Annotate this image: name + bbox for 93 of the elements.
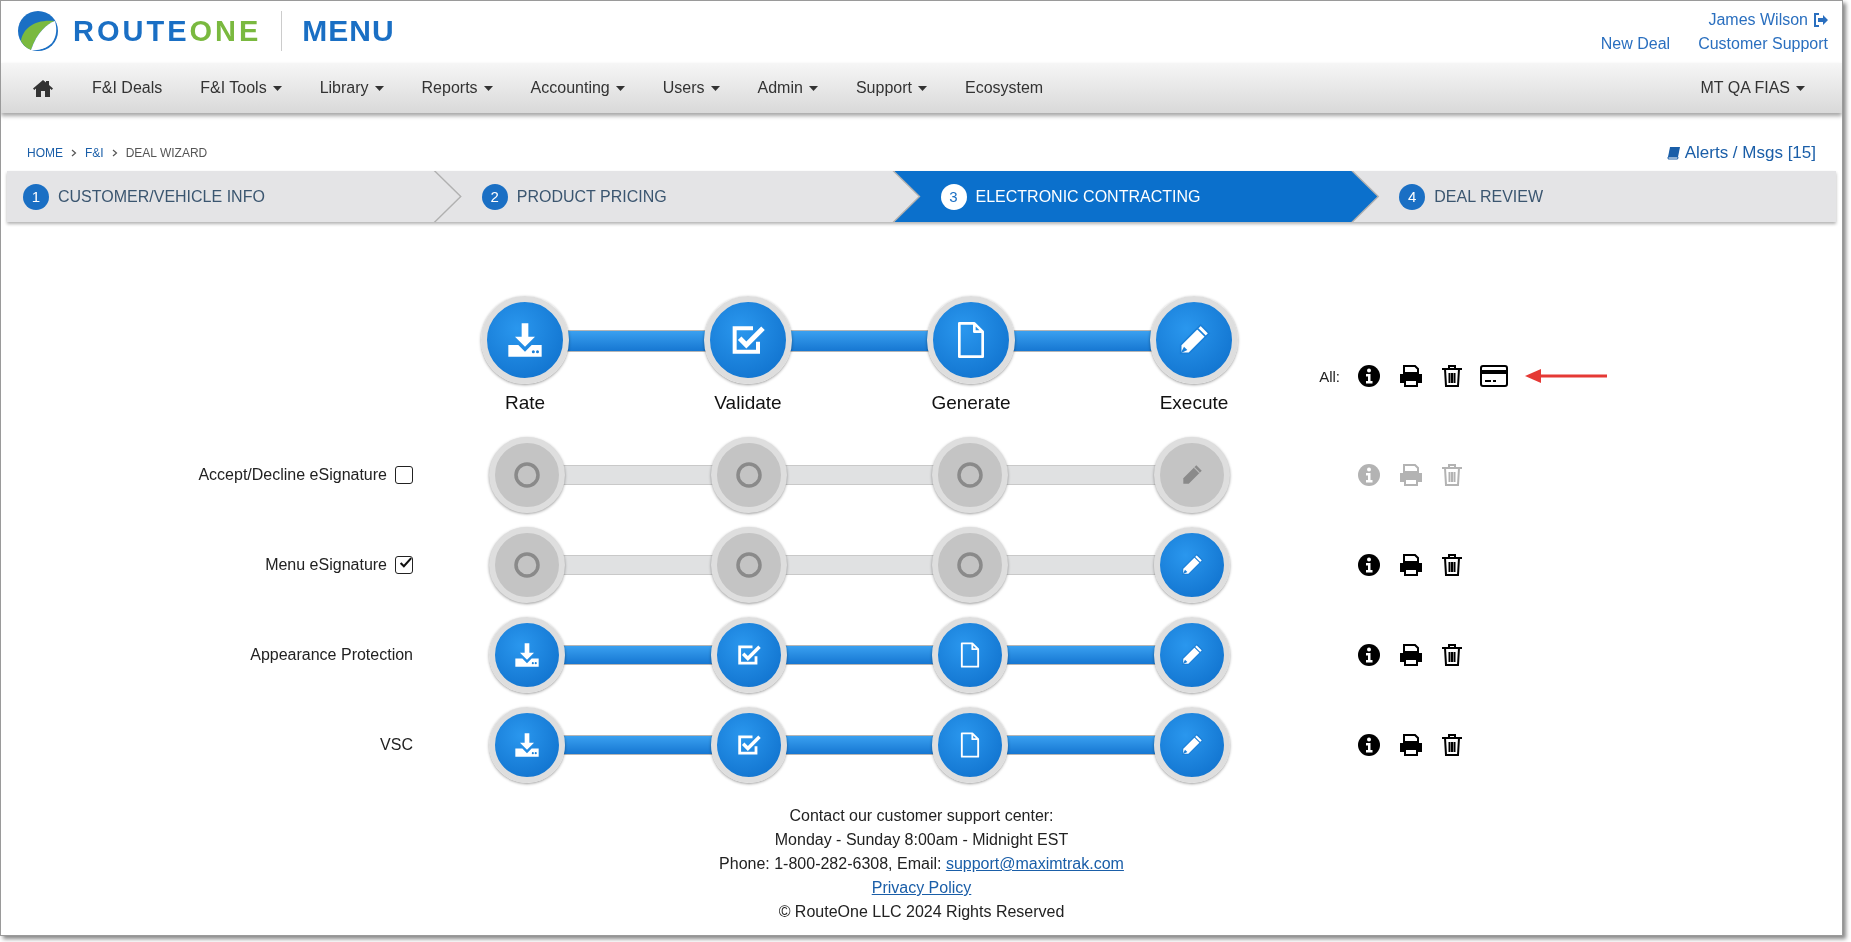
wizard-step[interactable]: 3 ELECTRONIC CONTRACTING [894,171,1378,222]
caret-icon [917,85,927,91]
stage-button[interactable] [1154,527,1230,603]
breadcrumb-item[interactable]: HOME [27,146,63,160]
caret-icon [615,85,625,91]
stage-button[interactable] [710,707,787,783]
account-menu[interactable]: MT QA FIAS [1681,79,1824,97]
stage-button[interactable] [704,296,792,384]
stage-label: Generate [931,392,1011,414]
stage-button[interactable] [489,617,565,693]
step-number: 3 [940,183,967,210]
caret-icon [374,85,384,91]
header-link[interactable]: New Deal [1600,35,1671,53]
product-name: MENU [302,14,395,48]
nav-menu-item[interactable]: Accounting [511,79,644,97]
stage-button[interactable] [489,707,565,783]
chevron-icon [111,149,118,157]
footer-text: Monday - Sunday 8:00am - Midnight EST [773,830,1070,850]
caret-icon [1796,85,1805,91]
download-icon [505,320,545,360]
download-icon [513,731,541,759]
stage-label: Validate [714,392,782,414]
user-name-link[interactable]: James Wilson [1708,11,1808,29]
ring-icon [956,551,985,579]
caret-icon [808,85,818,91]
download-icon [513,641,541,669]
privacy-policy-link[interactable]: Privacy Policy [871,879,972,896]
product-name: Appearance Protection [250,646,413,664]
ring-icon [734,551,763,579]
trash-icon[interactable] [1441,364,1463,388]
trash-icon[interactable] [1441,553,1463,577]
nav-menu-item[interactable]: Support [836,79,946,97]
credit-card-icon[interactable] [1480,365,1508,387]
stage-button[interactable] [481,296,569,384]
chevron-icon [71,149,77,157]
printer-icon[interactable] [1398,553,1424,577]
ring-icon [734,461,763,489]
stage-button[interactable] [932,707,1009,783]
ring-icon [956,461,985,489]
wizard-step[interactable]: 4 DEAL REVIEW [1353,171,1836,222]
book-icon [1666,146,1681,160]
stage-button[interactable] [1154,707,1230,783]
stage-button[interactable] [710,617,787,693]
product-name: Accept/Decline eSignature [198,466,387,484]
nav-menu-item[interactable]: Ecosystem [945,79,1063,97]
ring-icon [513,461,541,489]
info-icon[interactable] [1357,733,1381,757]
product-name: VSC [380,736,413,754]
info-icon[interactable] [1357,364,1381,388]
all-label: All: [1318,367,1340,385]
nav-menu-item[interactable]: Users [643,79,739,97]
home-icon[interactable] [33,79,53,97]
logo-icon [17,10,59,52]
ring-icon [513,551,541,579]
printer-icon[interactable] [1398,733,1424,757]
stage-label: Rate [504,392,546,414]
email-link[interactable]: support@maximtrak.com [945,855,1124,872]
nav-menu-item[interactable]: Admin [738,79,837,97]
stage-button[interactable] [1154,617,1230,693]
caret-icon [272,85,282,91]
nav-menu-item[interactable]: F&I Deals [73,79,182,97]
copyright-text: © RouteOne LLC 2024 Rights Reserved [777,902,1066,922]
nav-menu-item[interactable]: F&I Tools [181,79,301,97]
printer-icon[interactable] [1398,643,1424,667]
footer-text: Phone: 1-800-282-6308, Email: support@maximtrak.com [718,854,1125,874]
caret-icon [710,85,720,91]
nav-menu-item[interactable]: Reports [402,79,512,97]
stage-button[interactable] [932,617,1009,693]
trash-icon[interactable] [1441,643,1463,667]
wizard-step[interactable]: 1 CUSTOMER/VEHICLE INFO [7,171,460,222]
brand-name: ROUTEONE [73,14,262,48]
stage-button[interactable] [1150,296,1238,384]
alerts-link[interactable]: Alerts / Msgs [15] [1666,143,1816,163]
header-link[interactable]: Customer Support [1698,35,1828,53]
stage-label: Execute [1159,392,1229,414]
info-icon[interactable] [1357,553,1381,577]
breadcrumb-item[interactable]: F&I [85,146,104,160]
checkbox[interactable] [395,466,413,484]
logout-icon[interactable] [1813,13,1828,27]
footer-text: Contact our customer support center: [788,806,1055,826]
printer-icon[interactable] [1398,364,1424,388]
product-name: Menu eSignature [265,556,387,574]
step-number: 2 [481,183,508,210]
trash-icon[interactable] [1441,733,1463,757]
step-number: 1 [23,183,49,210]
stage-button[interactable] [927,296,1015,384]
step-number: 4 [1399,183,1426,210]
nav-menu-item[interactable]: Library [300,79,403,97]
info-icon[interactable] [1357,643,1381,667]
breadcrumb-item: DEAL WIZARD [125,146,208,160]
caret-icon [483,85,493,91]
wizard-step[interactable]: 2 PRODUCT PRICING [435,171,919,222]
checkbox[interactable] [395,556,413,574]
